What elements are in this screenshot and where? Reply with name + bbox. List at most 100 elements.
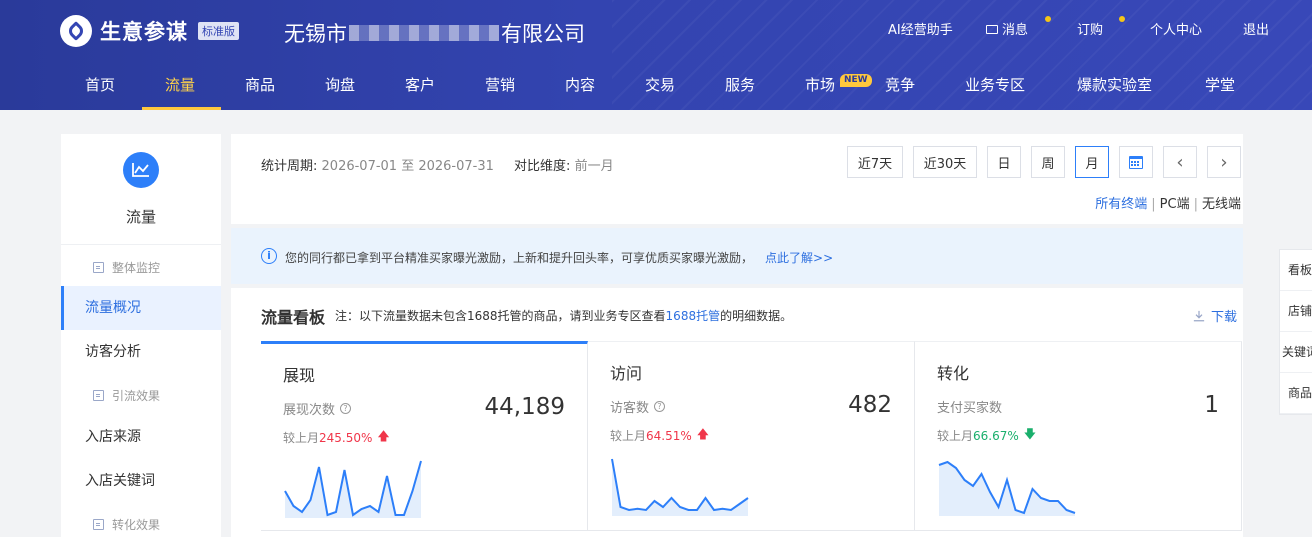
- download-button[interactable]: 下载: [1193, 306, 1237, 325]
- metric-compare: 较上月 66.67% 🡇: [937, 425, 1036, 446]
- nav-trade[interactable]: 交易: [645, 74, 675, 95]
- last-30-days-button[interactable]: 近30天: [913, 146, 977, 178]
- compare-label: 较上月: [937, 429, 974, 443]
- metric-label-text: 支付买家数: [937, 401, 1003, 416]
- metric-compare: 较上月 245.50% 🡅: [283, 427, 390, 448]
- period-value: 2026-07-01 至 2026-07-31: [321, 159, 494, 174]
- nav-business-zone[interactable]: 业务专区: [965, 74, 1025, 95]
- main-nav: 首页 流量 商品 询盘 客户 营销 内容 交易 服务 市场 NEW 竞争 业务专…: [0, 62, 1312, 110]
- notice-learn-more-link[interactable]: 点此了解>>: [765, 251, 833, 265]
- sparkline-area: [285, 461, 421, 518]
- sidebar-group-conversion: 转化效果: [93, 516, 160, 533]
- nav-marketing[interactable]: 营销: [485, 74, 515, 95]
- terminal-all[interactable]: 所有终端: [1095, 197, 1147, 212]
- terminal-mobile[interactable]: 无线端: [1202, 197, 1241, 212]
- nav-home[interactable]: 首页: [85, 74, 115, 95]
- prev-period-button[interactable]: ‹: [1163, 146, 1197, 178]
- messages-link[interactable]: 消息: [986, 19, 1028, 38]
- sidebar-item-visitor[interactable]: 访客分析: [61, 330, 221, 374]
- sidebar-group-traffic: 引流效果: [93, 387, 160, 404]
- help-icon[interactable]: ?: [340, 403, 352, 414]
- next-period-button[interactable]: ›: [1207, 146, 1241, 178]
- board-note-link[interactable]: 1688托管: [666, 309, 721, 323]
- traffic-board: 流量看板 注：以下流量数据未包含1688托管的商品，请到业务专区查看1688托管…: [231, 288, 1243, 537]
- sparkline-area: [939, 462, 1075, 516]
- help-icon[interactable]: ?: [654, 401, 666, 412]
- sidebar-item-keyword[interactable]: 入店关键词: [61, 459, 221, 503]
- week-button[interactable]: 周: [1031, 146, 1065, 178]
- float-tab-keyword[interactable]: 关键词: [1280, 332, 1312, 373]
- compare-value: 前一月: [574, 159, 614, 174]
- filter-card: 统计周期: 2026-07-01 至 2026-07-31 对比维度: 前一月 …: [231, 134, 1243, 224]
- mail-icon: [986, 25, 998, 34]
- sidebar-item-source[interactable]: 入店来源: [61, 415, 221, 459]
- terminal-separator: |: [1151, 197, 1156, 212]
- float-tab-board[interactable]: 看板: [1280, 250, 1312, 291]
- arrow-down-icon: 🡇: [1023, 427, 1037, 441]
- float-tab-shop[interactable]: 店铺: [1280, 291, 1312, 332]
- period-info: 统计周期: 2026-07-01 至 2026-07-31 对比维度: 前一月: [261, 155, 614, 174]
- messages-dot-badge: [1045, 16, 1051, 22]
- info-icon: i: [261, 248, 277, 264]
- nav-inquiry[interactable]: 询盘: [325, 74, 355, 95]
- board-title: 流量看板: [261, 308, 326, 327]
- compare-change: 64.51%: [646, 428, 692, 443]
- metric-value: 482: [848, 392, 892, 418]
- compare-change: 245.50%: [319, 430, 373, 445]
- profile-link[interactable]: 个人中心: [1150, 19, 1202, 38]
- nav-hot-lab[interactable]: 爆款实验室: [1077, 74, 1152, 95]
- sidebar-group-overall: 整体监控: [93, 259, 160, 276]
- sparkline-line: [284, 460, 422, 517]
- download-icon: [1193, 310, 1205, 321]
- compare-label: 对比维度:: [514, 159, 571, 174]
- messages-label: 消息: [1002, 23, 1029, 38]
- ai-assistant-link[interactable]: AI经营助手: [888, 19, 953, 38]
- top-links: AI经营助手 消息 订购 个人中心 退出: [0, 16, 1312, 39]
- metric-value: 1: [1204, 392, 1219, 418]
- compare-label: 较上月: [283, 431, 320, 445]
- sidebar-title: 流量: [125, 208, 156, 226]
- sidebar-group-label: 转化效果: [112, 518, 161, 532]
- subscribe-dot-badge: [1119, 16, 1125, 22]
- metric-label: 展现次数?: [283, 399, 352, 418]
- sparkline-visits: [611, 458, 749, 516]
- sidebar-item-overview[interactable]: 流量概况: [61, 286, 221, 330]
- board-note: 注：以下流量数据未包含1688托管的商品，请到业务专区查看1688托管的明细数据…: [335, 307, 792, 324]
- nav-products[interactable]: 商品: [245, 74, 275, 95]
- nav-customers[interactable]: 客户: [405, 74, 435, 95]
- nav-content[interactable]: 内容: [565, 74, 595, 95]
- subscribe-link[interactable]: 订购: [1077, 19, 1103, 38]
- day-button[interactable]: 日: [987, 146, 1021, 178]
- month-button[interactable]: 月: [1075, 146, 1109, 178]
- metric-card-visits[interactable]: 访问 访客数? 482 较上月 64.51% 🡅: [588, 341, 915, 531]
- board-note-prefix: 注：以下流量数据未包含1688托管的商品，请到业务专区查看: [335, 309, 666, 323]
- last-7-days-button[interactable]: 近7天: [847, 146, 903, 178]
- metric-compare: 较上月 64.51% 🡅: [610, 425, 709, 446]
- metric-label: 支付买家数: [937, 397, 1002, 416]
- floating-quick-tabs: 看板 店铺 关键词 商品: [1279, 249, 1312, 415]
- metric-label-text: 访客数: [610, 401, 650, 416]
- logout-link[interactable]: 退出: [1243, 19, 1269, 38]
- terminal-switch: 所有终端 | PC端 | 无线端: [1095, 193, 1241, 212]
- top-header: 生意参谋 标准版 无锡市 有限公司 AI经营助手 消息 订购 个人中心 退出 首…: [0, 0, 1312, 110]
- metric-label-text: 展现次数: [283, 403, 336, 418]
- building-icon: [93, 390, 104, 401]
- nav-service[interactable]: 服务: [725, 74, 755, 95]
- metric-label: 访客数?: [610, 397, 666, 416]
- calendar-button[interactable]: [1119, 146, 1153, 178]
- nav-market[interactable]: 市场: [805, 74, 835, 95]
- nav-traffic[interactable]: 流量: [165, 74, 195, 95]
- nav-competition[interactable]: 竞争: [885, 74, 915, 95]
- building-icon: [93, 262, 104, 273]
- float-tab-products[interactable]: 商品: [1280, 373, 1312, 414]
- sparkline-line: [611, 458, 749, 512]
- metric-card-impressions[interactable]: 展现 展现次数? 44,189 较上月 245.50% 🡅: [261, 341, 588, 531]
- period-label: 统计周期:: [261, 159, 318, 174]
- notice-text: 您的同行都已拿到平台精准买家曝光激励，上新和提升回头率，可享优质买家曝光激励， 点…: [285, 249, 833, 266]
- metric-card-conversion[interactable]: 转化 支付买家数 1 较上月 66.67% 🡇: [915, 341, 1242, 531]
- sparkline-conversion: [938, 460, 1076, 516]
- arrow-up-icon: 🡅: [377, 429, 390, 443]
- sidebar-divider: [61, 244, 221, 245]
- nav-academy[interactable]: 学堂: [1205, 74, 1235, 95]
- terminal-pc[interactable]: PC端: [1160, 197, 1190, 212]
